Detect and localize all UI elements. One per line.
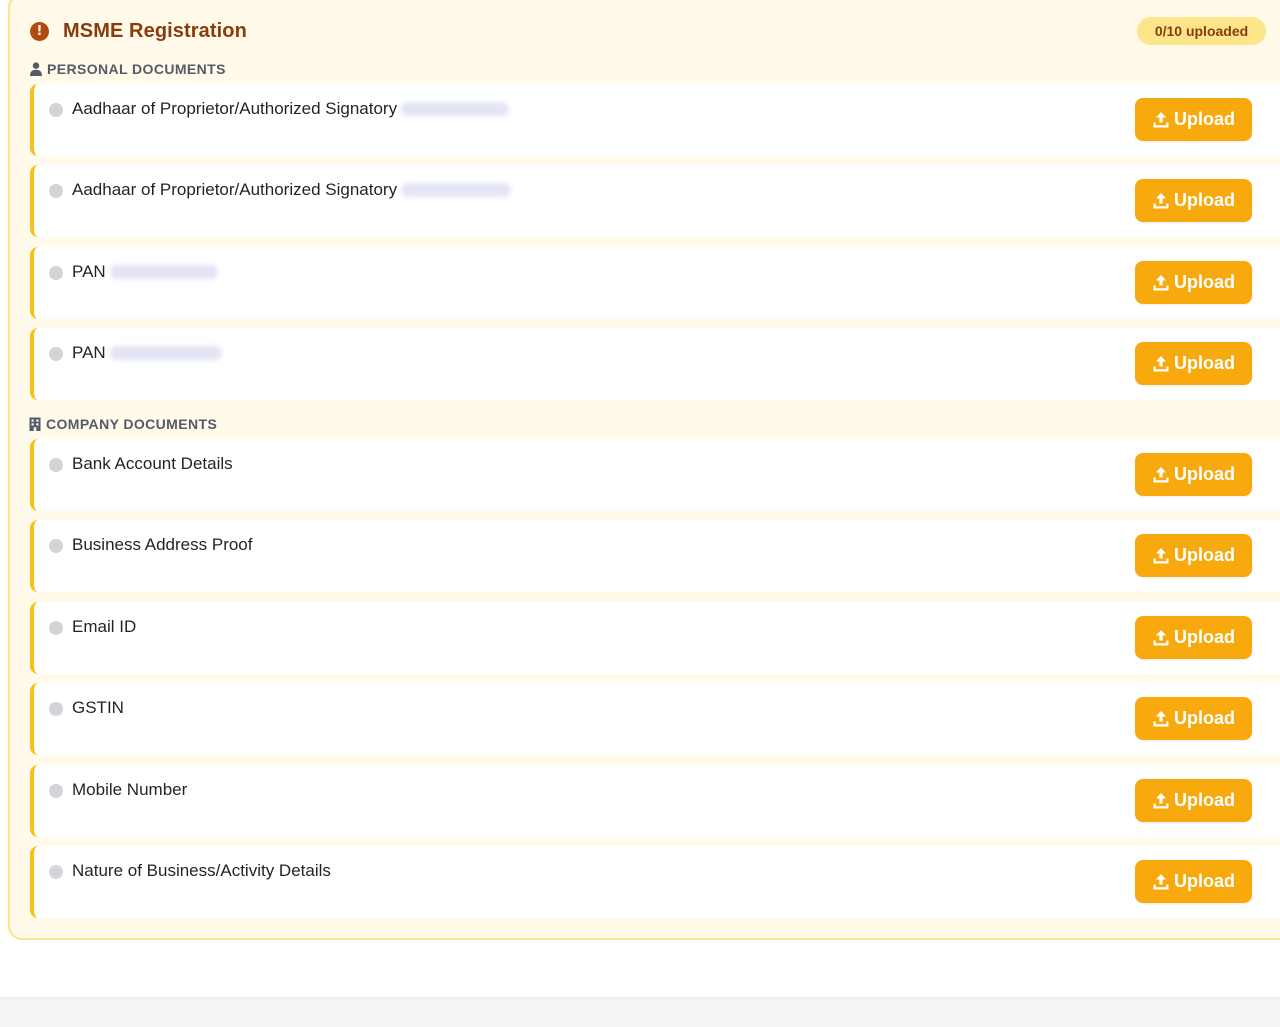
document-label: PAN: [72, 343, 222, 363]
status-dot: [49, 266, 63, 280]
document-row: Bank Account Details Upload: [30, 439, 1280, 511]
status-dot: [49, 458, 63, 472]
status-dot: [49, 184, 63, 198]
section-heading-company: COMPANY DOCUMENTS: [29, 415, 217, 433]
document-label-text: Aadhaar of Proprietor/Authorized Signato…: [72, 99, 398, 118]
document-label-text: Aadhaar of Proprietor/Authorized Signato…: [72, 180, 398, 199]
status-dot: [49, 865, 63, 879]
upload-button[interactable]: Upload: [1135, 534, 1252, 577]
upload-button[interactable]: Upload: [1135, 179, 1252, 222]
document-label: GSTIN: [72, 698, 124, 718]
section-heading-personal: PERSONAL DOCUMENTS: [30, 60, 226, 78]
upload-button[interactable]: Upload: [1135, 860, 1252, 903]
upload-button-label: Upload: [1174, 790, 1235, 810]
document-row: Mobile Number Upload: [30, 765, 1280, 837]
upload-icon: [1153, 466, 1169, 482]
document-label-text: Business Address Proof: [72, 535, 253, 554]
document-label-text: GSTIN: [72, 698, 124, 717]
upload-button-label: Upload: [1174, 871, 1235, 891]
upload-icon: [1153, 547, 1169, 563]
redacted-detail: [401, 183, 512, 197]
building-icon: [29, 417, 41, 431]
upload-icon: [1153, 192, 1169, 208]
upload-icon: [1153, 355, 1169, 371]
upload-icon: [1153, 274, 1169, 290]
status-dot: [49, 539, 63, 553]
document-label: Business Address Proof: [72, 535, 252, 555]
status-dot: [49, 103, 63, 117]
page-footer: [0, 997, 1280, 1027]
document-label: Aadhaar of Proprietor/Authorized Signato…: [72, 99, 510, 119]
document-label: Nature of Business/Activity Details: [72, 861, 331, 881]
upload-icon: [1153, 111, 1169, 127]
upload-button[interactable]: Upload: [1135, 779, 1252, 822]
upload-button[interactable]: Upload: [1135, 453, 1252, 496]
document-row: GSTIN Upload: [30, 683, 1280, 755]
upload-count-badge: 0/10 uploaded: [1137, 17, 1266, 45]
upload-button-label: Upload: [1174, 109, 1235, 129]
document-label-text: PAN: [72, 343, 106, 362]
document-label-text: Mobile Number: [72, 780, 188, 799]
document-label: PAN: [72, 262, 218, 282]
document-label-text: Bank Account Details: [72, 454, 233, 473]
alert-circle-icon: !: [30, 21, 49, 41]
document-row: Aadhaar of Proprietor/Authorized Signato…: [30, 84, 1280, 156]
document-label-text: Nature of Business/Activity Details: [72, 861, 331, 880]
document-label-text: Email ID: [72, 617, 137, 636]
card-title: MSME Registration: [63, 19, 247, 42]
upload-button-label: Upload: [1174, 708, 1235, 728]
redacted-detail: [109, 265, 218, 279]
status-dot: [49, 621, 63, 635]
upload-button-label: Upload: [1174, 190, 1235, 210]
redacted-detail: [401, 102, 510, 116]
status-dot: [49, 702, 63, 716]
status-dot: [49, 784, 63, 798]
upload-button[interactable]: Upload: [1135, 616, 1252, 659]
document-row: Nature of Business/Activity Details Uploa…: [30, 846, 1280, 918]
upload-button-label: Upload: [1174, 545, 1235, 565]
document-label: Mobile Number: [72, 780, 187, 800]
card-header: ! MSME Registration: [30, 19, 247, 43]
section-heading-label: COMPANY DOCUMENTS: [46, 416, 218, 432]
document-label: Aadhaar of Proprietor/Authorized Signato…: [72, 180, 512, 200]
document-label: Bank Account Details: [72, 454, 233, 474]
user-icon: [30, 62, 42, 76]
status-dot: [49, 347, 63, 361]
document-row: PAN Upload: [30, 328, 1280, 400]
document-label-text: PAN: [72, 262, 106, 281]
upload-icon: [1153, 792, 1169, 808]
document-row: Business Address Proof Upload: [30, 520, 1280, 592]
redacted-detail: [109, 346, 222, 360]
upload-button[interactable]: Upload: [1135, 261, 1252, 304]
document-row: Aadhaar of Proprietor/Authorized Signato…: [30, 165, 1280, 237]
upload-icon: [1153, 873, 1169, 889]
upload-button[interactable]: Upload: [1135, 342, 1252, 385]
document-label: Email ID: [72, 617, 136, 637]
upload-button-label: Upload: [1174, 272, 1235, 292]
document-row: Email ID Upload: [30, 602, 1280, 674]
upload-button[interactable]: Upload: [1135, 697, 1252, 740]
document-row: PAN Upload: [30, 247, 1280, 319]
upload-button-label: Upload: [1174, 464, 1235, 484]
section-heading-label: PERSONAL DOCUMENTS: [47, 61, 226, 77]
upload-icon: [1153, 710, 1169, 726]
upload-icon: [1153, 629, 1169, 645]
upload-button-label: Upload: [1174, 353, 1235, 373]
upload-button[interactable]: Upload: [1135, 98, 1252, 141]
upload-button-label: Upload: [1174, 627, 1235, 647]
